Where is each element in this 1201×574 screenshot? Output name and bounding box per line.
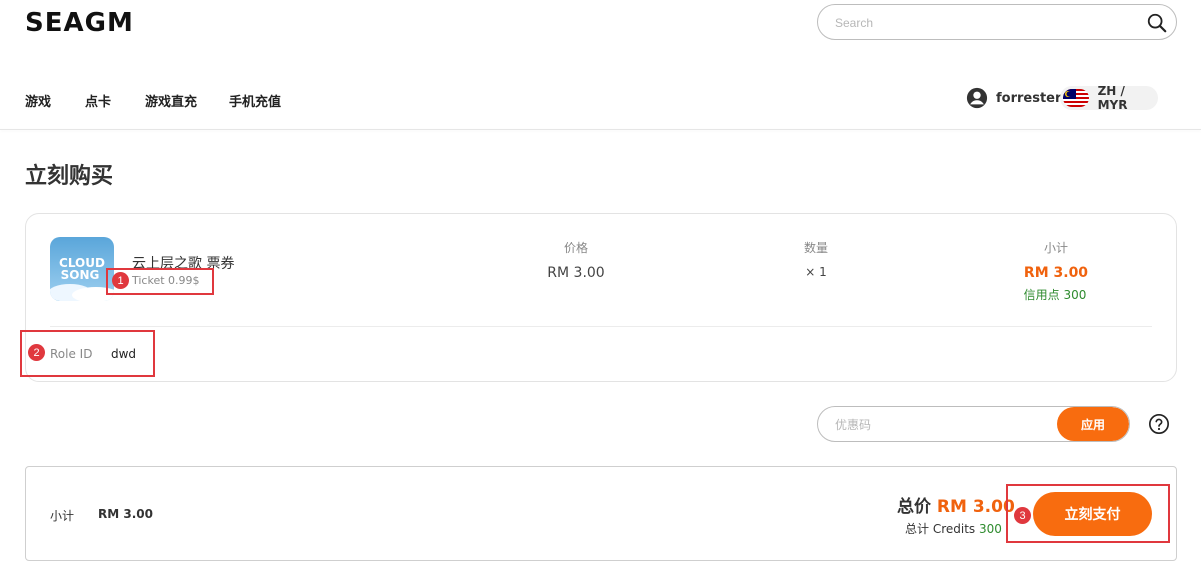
product-thumbnail: CLOUD SONG [50, 237, 114, 301]
thumbnail-text-line2: SONG [61, 268, 100, 282]
locale-selector[interactable]: ZH / MYR [1060, 84, 1158, 112]
quantity-header: 数量 [803, 241, 828, 255]
card-divider [50, 326, 1152, 327]
price-header: 价格 [563, 241, 588, 255]
malaysia-flag-icon [1063, 89, 1089, 107]
total-credits-label: 总计 Credits [905, 522, 976, 536]
grand-total-label: 总价 [897, 497, 931, 517]
nav-item-direct-topup[interactable]: 游戏直充 [145, 91, 197, 110]
coupon-field: 应用 [817, 406, 1130, 442]
nav-item-cards[interactable]: 点卡 [85, 91, 111, 110]
seagm-logo[interactable]: SEAGM [25, 8, 134, 38]
total-credits: 总计 Credits 300 [905, 520, 1002, 537]
subtotal-value: RM 3.00 [1023, 265, 1089, 281]
credit-points-value: 300 [1063, 288, 1087, 302]
annotation-badge-3: 3 [1014, 507, 1031, 524]
quantity-value: × 1 [805, 265, 827, 279]
page-title: 立刻购买 [25, 164, 114, 189]
price-value: RM 3.00 [547, 265, 605, 281]
coupon-input[interactable] [835, 416, 1045, 434]
grand-total-value: RM 3.00 [936, 497, 1015, 517]
annotation-badge-1: 1 [112, 272, 129, 289]
user-menu[interactable]: forrester [966, 87, 1061, 109]
annotation-badge-2: 2 [28, 344, 45, 361]
search-icon[interactable] [1146, 12, 1168, 34]
nav-item-games[interactable]: 游戏 [25, 91, 51, 110]
help-icon[interactable] [1148, 413, 1170, 435]
summary-subtotal-value: RM 3.00 [98, 507, 153, 521]
summary-subtotal-label: 小计 [50, 509, 75, 523]
user-icon [966, 87, 988, 109]
username: forrester [996, 90, 1062, 106]
total-credits-value: 300 [978, 522, 1002, 536]
search-input[interactable] [835, 13, 1125, 33]
credit-points-label: 信用点 [1023, 288, 1060, 302]
credit-points: 信用点 300 [1000, 286, 1110, 303]
header-divider [0, 129, 1201, 130]
locale-label: ZH / MYR [1097, 84, 1128, 112]
apply-coupon-button[interactable]: 应用 [1057, 407, 1129, 441]
nav-item-mobile-topup[interactable]: 手机充值 [229, 91, 281, 110]
search-bar[interactable] [817, 4, 1177, 40]
subtotal-header: 小计 [1043, 241, 1068, 255]
grand-total: 总价 RM 3.00 [897, 492, 1015, 517]
